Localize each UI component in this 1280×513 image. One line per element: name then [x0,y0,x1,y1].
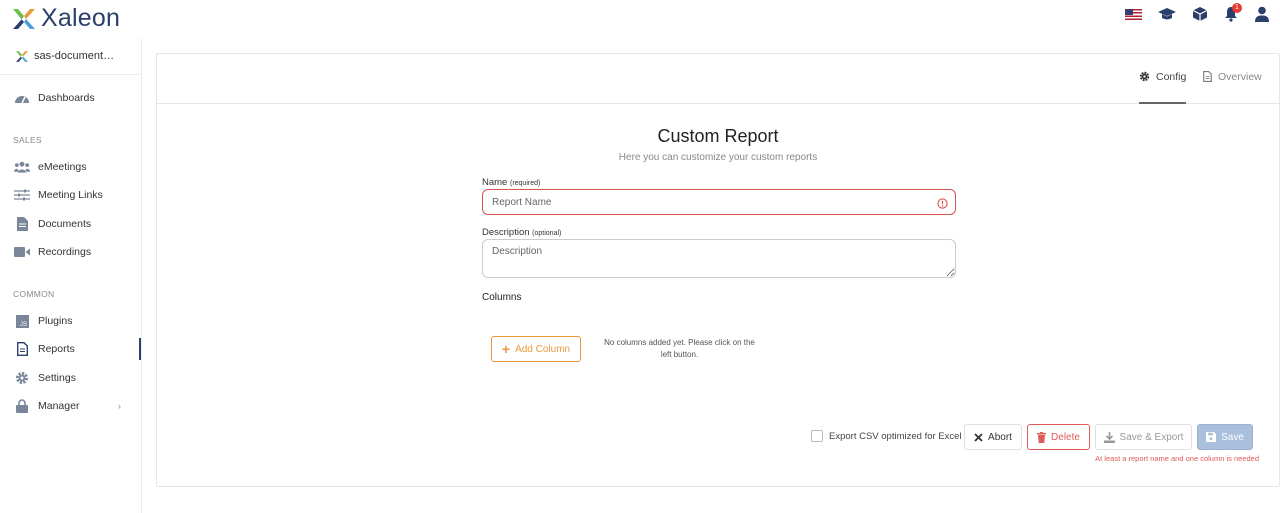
sidebar-item-documents[interactable]: Documents [0,213,141,235]
name-label: Name (required) [482,177,540,188]
chevron-right-icon: › [118,401,121,411]
add-column-label: Add Column [515,343,571,355]
report-description-input[interactable] [482,239,956,278]
sidebar-item-label: Manager [38,400,80,412]
validation-hint: At least a report name and one column is… [1095,454,1259,463]
report-name-input[interactable] [482,189,956,215]
sidebar-item-label: Recordings [38,246,92,258]
sidebar-item-settings[interactable]: Settings [0,367,141,389]
sidebar-item-label: Documents [38,218,92,230]
academy-icon[interactable] [1157,7,1177,21]
project-logo-icon [16,50,28,62]
description-label-text: Description [482,227,530,238]
plus-icon: + [501,341,511,357]
sidebar-item-meeting-links[interactable]: Meeting Links [0,184,141,206]
sidebar-item-recordings[interactable]: Recordings [0,241,141,263]
brand-name: Xaleon [41,4,121,32]
top-bar: Xaleon 1 [0,0,1280,36]
section-common: COMMON [13,289,55,299]
brand-logo[interactable]: Xaleon [11,4,120,33]
xaleon-logo-icon [13,8,35,29]
user-profile-icon[interactable] [1254,6,1270,22]
language-flag-icon[interactable] [1125,8,1142,20]
no-columns-note: No columns added yet. Please click on th… [604,338,755,359]
sidebar-item-label: Plugins [38,315,73,327]
add-column-button[interactable]: + Add Column [491,336,581,362]
export-csv-label: Export CSV optimized for Excel [829,431,962,442]
sidebar-item-label: Reports [38,343,75,355]
name-label-text: Name [482,177,508,188]
file-icon [1203,71,1212,82]
sidebar-item-label: Settings [38,372,76,384]
document-icon [14,216,30,232]
report-config-card: Config Overview Custom Report Here you c… [156,53,1280,487]
tab-config[interactable]: Config [1139,71,1187,104]
gear-icon [14,370,30,386]
sidebar-item-label: eMeetings [38,161,87,173]
tab-overview[interactable]: Overview [1203,71,1262,104]
video-camera-icon [14,244,30,260]
sidebar-item-manager[interactable]: Manager › [0,395,141,417]
sidebar: sas-documentati… Dashboards SALES eMeeti… [0,38,142,513]
save-button[interactable]: Save [1197,424,1253,450]
delete-button[interactable]: Delete [1027,424,1090,450]
notification-badge: 1 [1232,3,1242,13]
sidebar-item-label: Meeting Links [38,189,103,201]
users-icon [14,159,30,175]
project-selector[interactable]: sas-documentati… [0,38,141,75]
close-icon [974,432,983,442]
sidebar-item-plugins[interactable]: JS Plugins [0,310,141,332]
save-label: Save [1221,431,1244,443]
columns-label: Columns [482,292,522,303]
sliders-icon [14,187,30,203]
abort-button[interactable]: Abort [964,424,1022,450]
download-icon [1103,431,1115,443]
section-sales: SALES [13,135,42,145]
error-icon [937,196,948,214]
card-header: Config Overview [157,54,1279,104]
svg-text:JS: JS [20,322,27,328]
sidebar-item-label: Dashboards [38,92,95,104]
sidebar-item-reports[interactable]: Reports [0,338,141,360]
description-label: Description (optional) [482,227,561,238]
tab-label: Overview [1218,71,1262,83]
lock-icon [14,398,30,414]
page-subtitle: Here you can customize your custom repor… [618,152,818,163]
page-title: Custom Report [657,126,779,146]
floppy-disk-icon [1206,432,1217,442]
abort-label: Abort [988,431,1012,443]
export-csv-checkbox[interactable] [811,430,823,442]
name-required-hint: (required) [509,180,541,187]
project-name: sas-documentati… [34,50,119,62]
tab-label: Config [1156,71,1187,83]
gear-icon [1139,71,1150,82]
save-and-export-button[interactable]: Save & Export [1095,424,1192,450]
description-optional-hint: (optional) [532,230,562,237]
notifications-bell-icon[interactable]: 1 [1223,3,1242,22]
js-plugin-icon: JS [14,313,30,329]
sidebar-item-emeetings[interactable]: eMeetings [0,156,141,178]
package-icon[interactable] [1192,6,1208,22]
sidebar-item-dashboards[interactable]: Dashboards [0,87,141,109]
trash-icon [1037,431,1047,443]
delete-label: Delete [1051,431,1080,443]
speedometer-icon [14,90,30,106]
save-and-export-label: Save & Export [1119,431,1184,443]
report-icon [14,341,30,357]
